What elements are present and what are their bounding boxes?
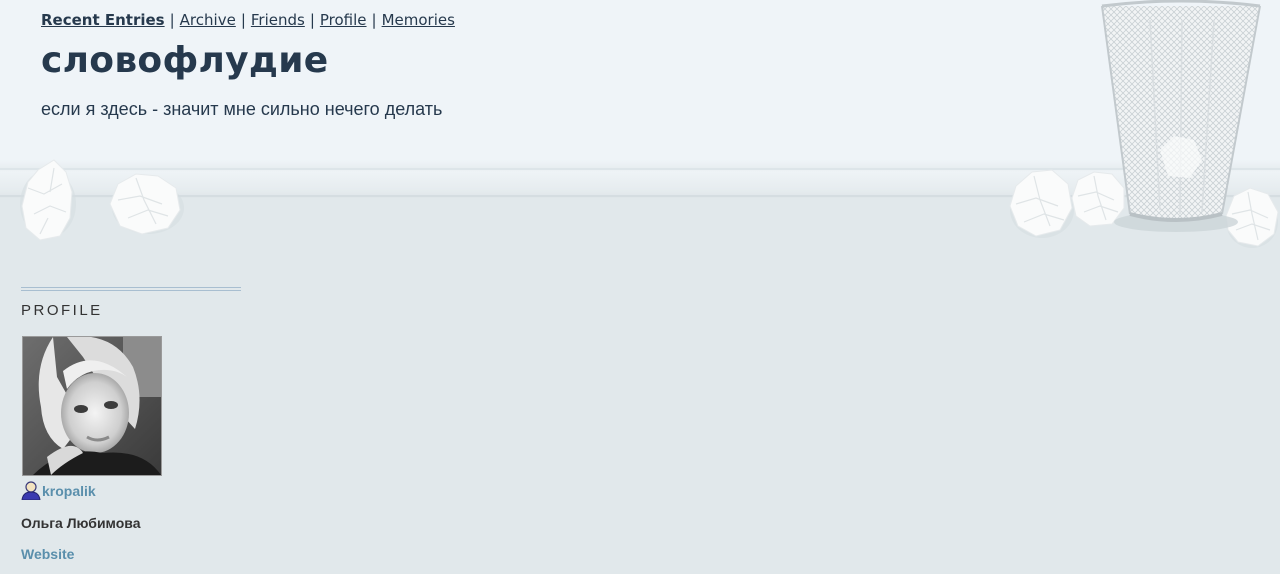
nav-profile[interactable]: Profile: [320, 11, 367, 29]
sidebar-heading: PROFILE: [21, 302, 103, 319]
journal-title: словофлудие: [41, 40, 329, 81]
nav-separator: |: [309, 11, 315, 29]
nav-separator: |: [240, 11, 246, 29]
user-icon: [21, 481, 41, 501]
crumpled-paper-icon: [1009, 169, 1074, 238]
journal-subtitle: если я здесь - значит мне сильно нечего …: [41, 99, 443, 119]
avatar[interactable]: [22, 336, 162, 476]
nav-recent-entries[interactable]: Recent Entries: [41, 11, 165, 29]
nav-memories[interactable]: Memories: [382, 11, 455, 29]
top-nav: Recent Entries | Archive | Friends | Profile | M…: [41, 11, 455, 29]
nav-archive[interactable]: Archive: [180, 11, 236, 29]
crumpled-paper-icon: [20, 159, 76, 241]
full-name: Ольга Любимова: [21, 515, 141, 531]
nav-separator: |: [169, 11, 175, 29]
nav-friends[interactable]: Friends: [251, 11, 305, 29]
sidebar-divider: [21, 287, 241, 291]
avatar-photo: [23, 337, 161, 475]
username[interactable]: kropalik: [42, 483, 96, 499]
crumpled-paper-icon: [109, 173, 184, 235]
website-link[interactable]: Website: [21, 546, 74, 562]
wastebasket-icon: [1101, 0, 1261, 232]
nav-separator: |: [371, 11, 377, 29]
user-link[interactable]: kropalik: [20, 480, 96, 501]
